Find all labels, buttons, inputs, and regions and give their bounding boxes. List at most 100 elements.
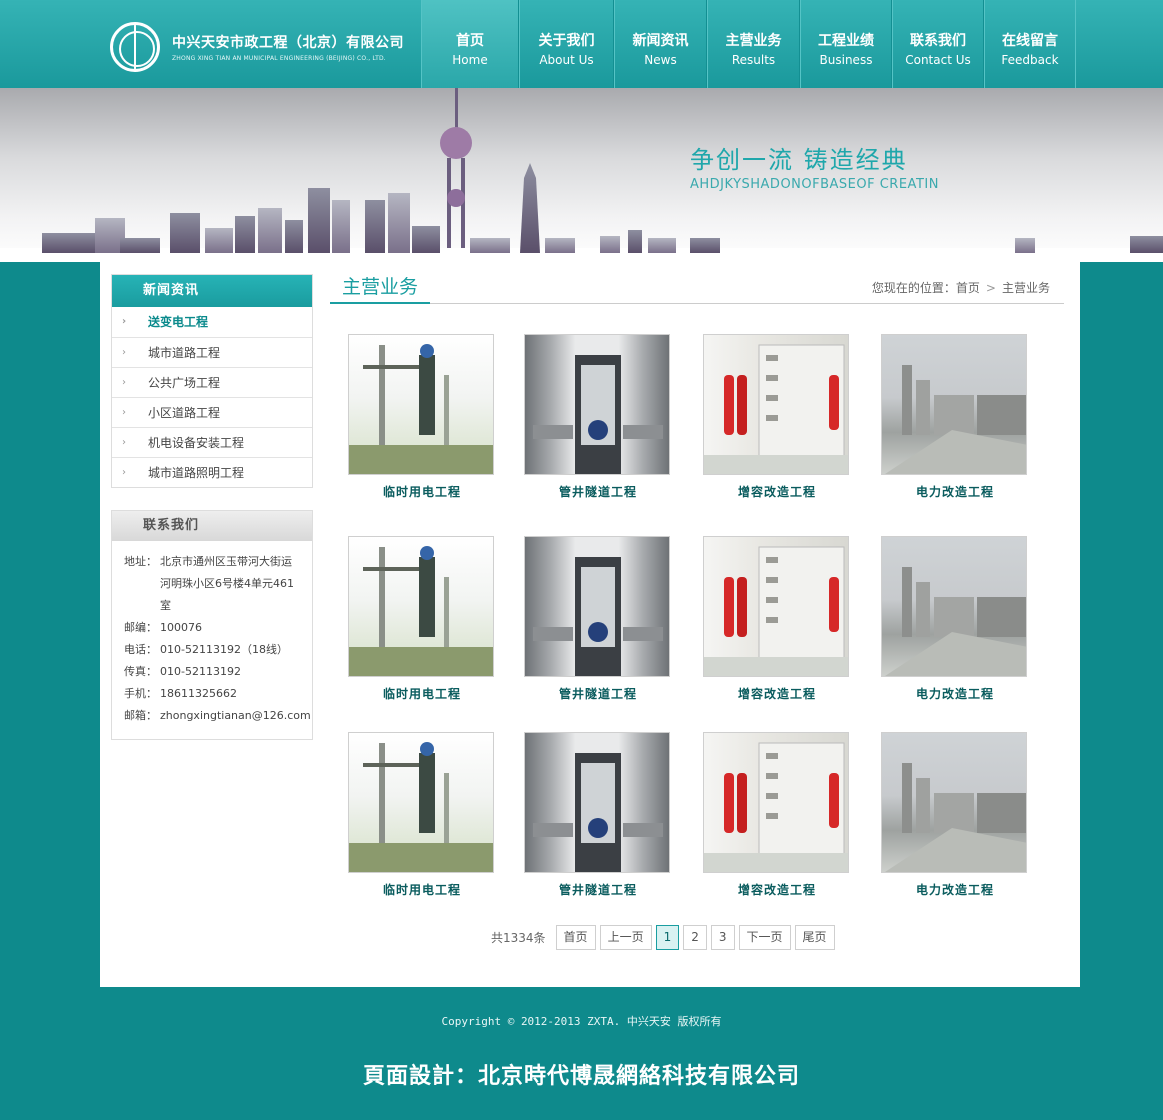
page-title: 主营业务 <box>330 274 431 304</box>
breadcrumb-current: 主营业务 <box>1001 281 1050 295</box>
category-item[interactable]: › 小区道路工程 <box>112 397 312 427</box>
email-label: 邮箱： <box>124 709 157 722</box>
category-item[interactable]: › 机电设备安装工程 <box>112 427 312 457</box>
category-label: 小区道路工程 <box>148 406 221 420</box>
category-item[interactable]: › 公共广场工程 <box>112 367 312 397</box>
first-page-button[interactable]: 首页 <box>555 925 596 950</box>
product-thumbnail[interactable] <box>348 536 494 677</box>
banner-slogan-en: AHDJKYSHADONOFBASEOF CREATIN <box>690 177 939 192</box>
pagination: 共1334条 首页 上一页 1 2 3 下一页 尾页 <box>491 925 839 950</box>
nav-label-cn: 主营业务 <box>725 33 782 49</box>
product-name[interactable]: 管井隧道工程 <box>524 685 672 702</box>
logo[interactable]: 中兴天安市政工程（北京）有限公司 ZHONG XING TIAN AN MUNI… <box>110 22 404 72</box>
nav-label-cn: 工程业绩 <box>818 33 874 49</box>
nav-results[interactable]: 主营业务 Results <box>707 0 800 88</box>
nav-label-en: About Us <box>539 53 594 67</box>
product-card[interactable]: 临时用电工程 <box>348 536 496 702</box>
nav-contact-us[interactable]: 联系我们 Contact Us <box>892 0 984 88</box>
nav-feedback[interactable]: 在线留言 Feedback <box>984 0 1076 88</box>
product-card[interactable]: 管井隧道工程 <box>524 334 672 500</box>
nav-about-us[interactable]: 关于我们 About Us <box>519 0 614 88</box>
city-skyline-illustration <box>0 88 1163 262</box>
last-page-button[interactable]: 尾页 <box>794 925 835 950</box>
page-number-button[interactable]: 1 <box>655 925 680 950</box>
nav-news[interactable]: 新闻资讯 News <box>614 0 707 88</box>
product-name[interactable]: 电力改造工程 <box>881 483 1029 500</box>
product-card[interactable]: 电力改造工程 <box>881 536 1029 702</box>
chevron-right-icon: › <box>122 316 127 327</box>
nav-label-en: News <box>644 53 677 67</box>
next-page-button[interactable]: 下一页 <box>738 925 791 950</box>
product-name[interactable]: 电力改造工程 <box>881 881 1029 898</box>
page-number-button[interactable]: 3 <box>710 925 735 950</box>
page-number-button[interactable]: 2 <box>683 925 707 950</box>
address-value: 北京市通州区玉带河大街运河明珠小区6号楼4单元461室 <box>160 555 294 612</box>
nav-label-cn: 在线留言 <box>1002 33 1058 49</box>
nav-label-en: Feedback <box>1001 53 1059 67</box>
category-item[interactable]: › 城市道路照明工程 <box>112 457 312 487</box>
product-name[interactable]: 管井隧道工程 <box>524 483 672 500</box>
product-name[interactable]: 临时用电工程 <box>348 881 496 898</box>
total-count: 共1334条 <box>491 931 546 945</box>
breadcrumb: 您现在的位置：首页 > 主营业务 <box>872 279 1050 296</box>
nav-label-en: Home <box>452 53 488 67</box>
product-thumbnail[interactable] <box>881 732 1027 873</box>
chevron-right-icon: › <box>122 377 126 388</box>
zip-value: 100076 <box>160 621 202 634</box>
product-thumbnail[interactable] <box>524 334 670 475</box>
breadcrumb-home-link[interactable]: 首页 <box>956 281 980 295</box>
category-item[interactable]: › 城市道路工程 <box>112 337 312 367</box>
category-label: 公共广场工程 <box>148 376 221 390</box>
hero-banner: 争创一流 铸造经典 AHDJKYSHADONOFBASEOF CREATIN <box>0 88 1163 262</box>
product-card[interactable]: 增容改造工程 <box>703 334 851 500</box>
zip-label: 邮编： <box>124 621 157 634</box>
product-thumbnail[interactable] <box>703 536 849 677</box>
company-name-en: ZHONG XING TIAN AN MUNICIPAL ENGINEERING… <box>172 55 386 62</box>
nav-home[interactable]: 首页 Home <box>421 0 519 88</box>
sidebar: 新闻资讯 › 送变电工程 › 城市道路工程 › 公共广场工程 › 小区道路工程 › 机电设… <box>111 274 313 740</box>
category-item[interactable]: › 送变电工程 <box>112 307 312 337</box>
product-card[interactable]: 增容改造工程 <box>703 732 851 898</box>
product-thumbnail[interactable] <box>881 334 1027 475</box>
contact-info: 地址： 北京市通州区玉带河大街运河明珠小区6号楼4单元461室 邮编： 100076… <box>112 541 312 739</box>
contact-title: 联系我们 <box>112 511 312 541</box>
banner-slogan-cn: 争创一流 铸造经典 <box>690 146 908 174</box>
category-label: 送变电工程 <box>148 315 209 329</box>
product-name[interactable]: 增容改造工程 <box>703 685 851 702</box>
product-thumbnail[interactable] <box>524 536 670 677</box>
product-name[interactable]: 增容改造工程 <box>703 881 851 898</box>
product-thumbnail[interactable] <box>703 334 849 475</box>
breadcrumb-prefix: 您现在的位置： <box>871 281 956 295</box>
product-card[interactable]: 管井隧道工程 <box>524 732 672 898</box>
product-card[interactable]: 临时用电工程 <box>348 334 496 500</box>
category-label: 城市道路工程 <box>148 346 221 360</box>
product-card[interactable]: 增容改造工程 <box>703 536 851 702</box>
product-thumbnail[interactable] <box>881 536 1027 677</box>
product-thumbnail[interactable] <box>524 732 670 873</box>
product-card[interactable]: 临时用电工程 <box>348 732 496 898</box>
email-value[interactable]: zhongxingtianan@126.com <box>160 705 311 727</box>
product-card[interactable]: 电力改造工程 <box>881 334 1029 500</box>
product-name[interactable]: 临时用电工程 <box>348 685 496 702</box>
product-card[interactable]: 电力改造工程 <box>881 732 1029 898</box>
product-name[interactable]: 电力改造工程 <box>881 685 1029 702</box>
nav-business[interactable]: 工程业绩 Business <box>800 0 892 88</box>
nav-label-cn: 新闻资讯 <box>632 33 689 49</box>
prev-page-button[interactable]: 上一页 <box>599 925 652 950</box>
nav-label-en: Contact Us <box>905 53 971 67</box>
product-thumbnail[interactable] <box>348 732 494 873</box>
product-name[interactable]: 临时用电工程 <box>348 483 496 500</box>
footer-design-credit: 頁面設計：北京時代博晟網絡科技有限公司 <box>362 1064 800 1089</box>
site-header: 中兴天安市政工程（北京）有限公司 ZHONG XING TIAN AN MUNI… <box>0 0 1163 88</box>
product-name[interactable]: 增容改造工程 <box>703 483 851 500</box>
product-thumbnail[interactable] <box>348 334 494 475</box>
section-header: 主营业务 您现在的位置：首页 > 主营业务 <box>330 274 1064 304</box>
product-name[interactable]: 管井隧道工程 <box>524 881 672 898</box>
chevron-right-icon: › <box>122 437 126 448</box>
product-card[interactable]: 管井隧道工程 <box>524 536 672 702</box>
nav-label-en: Business <box>819 53 873 67</box>
category-label: 机电设备安装工程 <box>148 436 245 450</box>
product-thumbnail[interactable] <box>703 732 849 873</box>
phone-value: 010-52113192（18线） <box>160 643 288 656</box>
news-category-box: 新闻资讯 › 送变电工程 › 城市道路工程 › 公共广场工程 › 小区道路工程 › 机电设… <box>111 274 313 488</box>
